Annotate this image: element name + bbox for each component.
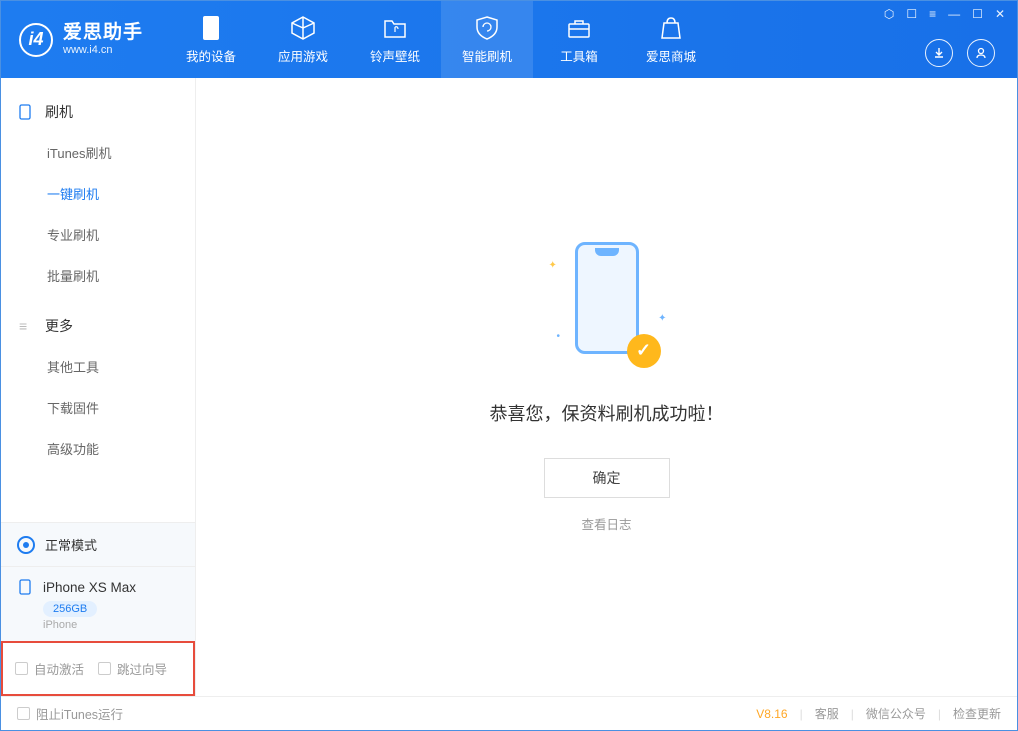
- section-label: 刷机: [45, 102, 73, 122]
- sidebar-item-advanced[interactable]: 高级功能: [1, 428, 195, 469]
- sidebar-item-other-tools[interactable]: 其他工具: [1, 346, 195, 387]
- tab-apps[interactable]: 应用游戏: [257, 1, 349, 78]
- sidebar-item-itunes-flash[interactable]: iTunes刷机: [1, 132, 195, 173]
- tshirt-icon[interactable]: ⬡: [884, 7, 894, 21]
- success-illustration: ✦ ✦ • ✓: [547, 242, 667, 372]
- sidebar-section-more: ≡ 更多: [1, 306, 195, 346]
- tab-label: 我的设备: [186, 46, 236, 65]
- tab-my-device[interactable]: 我的设备: [165, 1, 257, 78]
- device-storage: 256GB: [43, 601, 97, 617]
- maximize-button[interactable]: ☐: [972, 7, 983, 21]
- phone-icon: [19, 104, 35, 120]
- tab-toolbox[interactable]: 工具箱: [533, 1, 625, 78]
- device-card[interactable]: iPhone XS Max 256GB iPhone: [1, 566, 195, 641]
- ok-button[interactable]: 确定: [544, 458, 670, 498]
- main-content: ✦ ✦ • ✓ 恭喜您，保资料刷机成功啦！ 确定 查看日志: [196, 78, 1017, 696]
- sidebar-item-oneclick-flash[interactable]: 一键刷机: [1, 173, 195, 214]
- cube-icon: [290, 15, 316, 41]
- feedback-icon[interactable]: ☐: [906, 7, 917, 21]
- mode-bar[interactable]: 正常模式: [1, 522, 195, 566]
- logo[interactable]: i4 爱思助手 www.i4.cn: [1, 1, 161, 78]
- tab-label: 工具箱: [560, 46, 598, 65]
- header: i4 爱思助手 www.i4.cn 我的设备 应用游戏 铃声壁纸 智能刷机 工具…: [1, 1, 1017, 78]
- sidebar-item-batch-flash[interactable]: 批量刷机: [1, 255, 195, 296]
- device-name: iPhone XS Max: [43, 580, 136, 595]
- skip-guide-checkbox[interactable]: 跳过向导: [98, 659, 167, 678]
- footer: 阻止iTunes运行 V8.16 | 客服 | 微信公众号 | 检查更新: [1, 696, 1017, 730]
- success-message: 恭喜您，保资料刷机成功啦！: [490, 400, 724, 426]
- sparkle-icon: •: [557, 331, 561, 342]
- user-button[interactable]: [967, 39, 995, 67]
- sparkle-icon: ✦: [549, 260, 557, 271]
- window-controls: ⬡ ☐ ≡ — ☐ ✕: [872, 1, 1017, 27]
- list-icon: ≡: [19, 318, 35, 334]
- device-phone-icon: [17, 579, 33, 595]
- download-button[interactable]: [925, 39, 953, 67]
- app-subtitle: www.i4.cn: [63, 44, 143, 56]
- block-itunes-checkbox[interactable]: 阻止iTunes运行: [17, 704, 123, 723]
- check-update-link[interactable]: 检查更新: [953, 705, 1001, 722]
- toolbox-icon: [566, 15, 592, 41]
- music-folder-icon: [382, 15, 408, 41]
- tab-flash[interactable]: 智能刷机: [441, 1, 533, 78]
- view-log-link[interactable]: 查看日志: [581, 514, 631, 533]
- tab-label: 智能刷机: [462, 46, 512, 65]
- app-title: 爱思助手: [63, 23, 143, 44]
- sidebar-section-flash: 刷机: [1, 92, 195, 132]
- tab-label: 应用游戏: [278, 46, 328, 65]
- sidebar-item-pro-flash[interactable]: 专业刷机: [1, 214, 195, 255]
- device-type: iPhone: [43, 619, 179, 631]
- mode-icon: [17, 536, 35, 554]
- options-row: 自动激活 跳过向导: [1, 641, 195, 696]
- sidebar-item-download-firmware[interactable]: 下载固件: [1, 387, 195, 428]
- wechat-link[interactable]: 微信公众号: [866, 705, 926, 722]
- tab-label: 铃声壁纸: [370, 46, 420, 65]
- support-link[interactable]: 客服: [815, 705, 839, 722]
- version-label: V8.16: [756, 707, 787, 721]
- section-label: 更多: [45, 316, 73, 336]
- tab-label: 爱思商城: [646, 46, 696, 65]
- auto-activate-checkbox[interactable]: 自动激活: [15, 659, 84, 678]
- sidebar: 刷机 iTunes刷机 一键刷机 专业刷机 批量刷机 ≡ 更多 其他工具 下载固…: [1, 78, 196, 696]
- bag-icon: [658, 15, 684, 41]
- minimize-button[interactable]: —: [948, 7, 960, 21]
- close-button[interactable]: ✕: [995, 7, 1005, 21]
- nav-tabs: 我的设备 应用游戏 铃声壁纸 智能刷机 工具箱 爱思商城: [165, 1, 717, 78]
- logo-icon: i4: [19, 23, 53, 57]
- tab-store[interactable]: 爱思商城: [625, 1, 717, 78]
- menu-icon[interactable]: ≡: [929, 7, 936, 21]
- device-icon: [198, 15, 224, 41]
- sparkle-icon: ✦: [658, 313, 666, 324]
- shield-refresh-icon: [474, 15, 500, 41]
- tab-ringtones[interactable]: 铃声壁纸: [349, 1, 441, 78]
- mode-label: 正常模式: [45, 535, 97, 554]
- check-icon: ✓: [627, 334, 661, 368]
